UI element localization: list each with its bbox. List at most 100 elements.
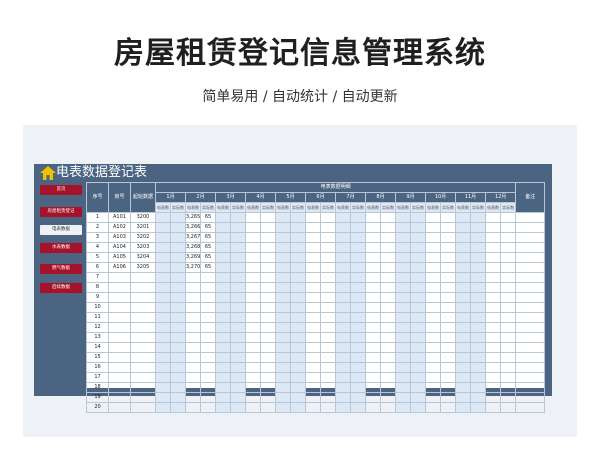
table-cell[interactable] [200, 292, 216, 303]
table-cell[interactable] [455, 382, 471, 393]
table-cell[interactable] [425, 362, 441, 373]
table-cell[interactable] [275, 312, 291, 323]
table-cell[interactable] [335, 252, 351, 263]
table-cell[interactable] [335, 332, 351, 343]
table-cell[interactable] [350, 212, 366, 223]
table-cell[interactable] [245, 292, 261, 303]
table-cell[interactable] [155, 362, 171, 373]
table-cell[interactable] [515, 342, 546, 353]
table-cell[interactable] [230, 352, 246, 363]
table-cell[interactable] [515, 252, 546, 263]
table-cell[interactable] [245, 362, 261, 373]
table-cell[interactable] [260, 322, 276, 333]
table-cell[interactable] [320, 242, 336, 253]
table-cell[interactable] [470, 392, 486, 403]
table-cell[interactable] [275, 372, 291, 383]
table-cell[interactable] [230, 252, 246, 263]
table-cell[interactable] [108, 302, 131, 313]
table-cell[interactable] [245, 342, 261, 353]
table-cell[interactable] [275, 332, 291, 343]
table-cell[interactable]: 3 [86, 232, 109, 243]
table-cell[interactable] [290, 372, 306, 383]
table-cell[interactable] [230, 372, 246, 383]
table-cell[interactable] [365, 402, 381, 413]
table-cell[interactable] [245, 302, 261, 313]
table-cell[interactable] [275, 252, 291, 263]
table-cell[interactable] [185, 302, 201, 313]
table-cell[interactable] [230, 342, 246, 353]
table-cell[interactable] [335, 232, 351, 243]
table-cell[interactable] [275, 212, 291, 223]
table-cell[interactable]: 15 [86, 352, 109, 363]
table-cell[interactable] [335, 272, 351, 283]
table-cell[interactable] [230, 212, 246, 223]
table-cell[interactable] [455, 392, 471, 403]
table-cell[interactable]: 3203 [130, 242, 156, 253]
table-cell[interactable] [290, 282, 306, 293]
table-cell[interactable] [108, 402, 131, 413]
table-cell[interactable] [410, 382, 426, 393]
table-cell[interactable] [485, 312, 501, 323]
table-cell[interactable] [440, 362, 456, 373]
table-cell[interactable] [130, 352, 156, 363]
table-cell[interactable] [380, 362, 396, 373]
table-cell[interactable]: 3,270 [185, 262, 201, 273]
table-cell[interactable] [260, 312, 276, 323]
table-cell[interactable] [485, 332, 501, 343]
table-cell[interactable] [395, 322, 411, 333]
table-cell[interactable] [245, 222, 261, 233]
table-cell[interactable] [410, 312, 426, 323]
table-cell[interactable] [275, 342, 291, 353]
table-cell[interactable] [230, 322, 246, 333]
table-cell[interactable] [170, 252, 186, 263]
table-cell[interactable] [170, 342, 186, 353]
table-cell[interactable] [515, 392, 546, 403]
table-cell[interactable] [425, 282, 441, 293]
table-cell[interactable] [499, 302, 517, 313]
table-cell[interactable] [485, 382, 501, 393]
table-cell[interactable] [200, 372, 216, 383]
table-cell[interactable] [365, 252, 381, 263]
table-cell[interactable]: 6 [86, 262, 109, 273]
table-cell[interactable] [350, 362, 366, 373]
table-cell[interactable] [108, 352, 131, 363]
table-cell[interactable] [290, 342, 306, 353]
table-cell[interactable] [350, 252, 366, 263]
table-cell[interactable] [290, 242, 306, 253]
table-cell[interactable] [290, 302, 306, 313]
table-cell[interactable] [130, 392, 156, 403]
table-cell[interactable] [155, 322, 171, 333]
table-cell[interactable] [425, 252, 441, 263]
table-cell[interactable]: 18 [86, 382, 109, 393]
table-cell[interactable] [155, 302, 171, 313]
table-cell[interactable] [108, 372, 131, 383]
table-cell[interactable] [485, 272, 501, 283]
table-cell[interactable] [499, 212, 517, 223]
table-cell[interactable] [425, 352, 441, 363]
table-cell[interactable] [455, 332, 471, 343]
table-cell[interactable] [515, 212, 546, 223]
table-cell[interactable] [350, 262, 366, 273]
table-cell[interactable] [455, 322, 471, 333]
table-cell[interactable] [440, 372, 456, 383]
table-cell[interactable] [275, 272, 291, 283]
table-cell[interactable] [335, 402, 351, 413]
table-cell[interactable] [425, 292, 441, 303]
table-cell[interactable] [380, 392, 396, 403]
table-cell[interactable]: 65 [200, 252, 216, 263]
table-cell[interactable] [320, 332, 336, 343]
table-cell[interactable] [499, 392, 517, 403]
table-cell[interactable] [320, 382, 336, 393]
table-cell[interactable]: 12 [86, 322, 109, 333]
table-cell[interactable]: 65 [200, 242, 216, 253]
table-cell[interactable] [245, 382, 261, 393]
table-cell[interactable] [395, 342, 411, 353]
table-cell[interactable] [185, 342, 201, 353]
table-cell[interactable] [470, 252, 486, 263]
table-cell[interactable] [485, 262, 501, 273]
table-cell[interactable] [410, 342, 426, 353]
table-cell[interactable] [335, 222, 351, 233]
table-cell[interactable] [365, 292, 381, 303]
table-cell[interactable] [470, 282, 486, 293]
table-cell[interactable] [440, 292, 456, 303]
